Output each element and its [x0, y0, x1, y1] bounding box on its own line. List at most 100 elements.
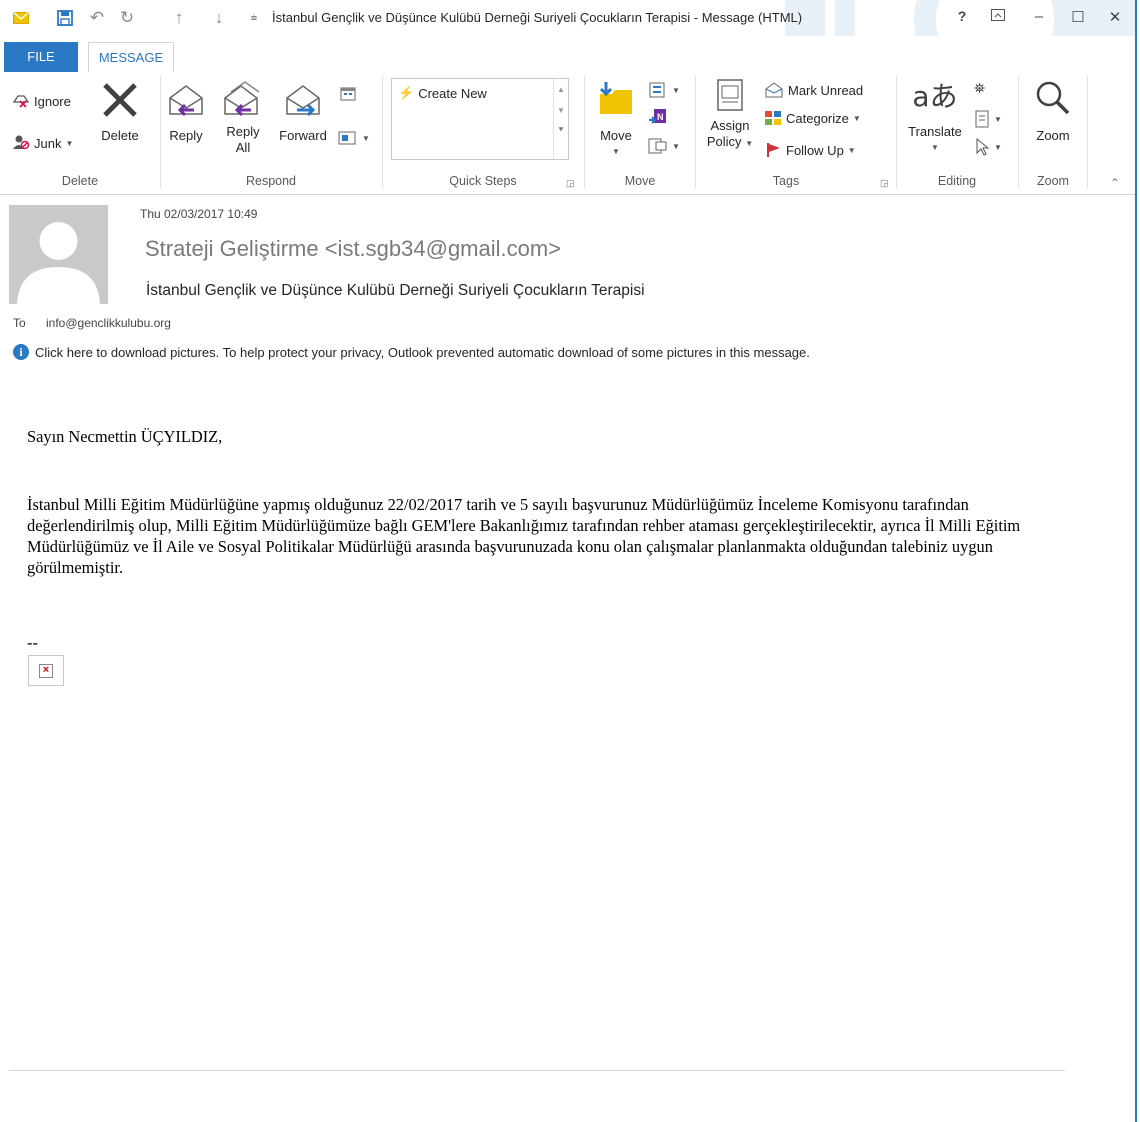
- reply-icon: [164, 80, 208, 124]
- previous-item-icon[interactable]: ↑: [168, 7, 190, 29]
- customize-toolbar-icon[interactable]: ⩧: [243, 7, 265, 29]
- scroll-up-icon[interactable]: ▲: [554, 85, 568, 94]
- undo-icon[interactable]: ↶: [86, 7, 108, 29]
- next-item-icon[interactable]: ↓: [208, 7, 230, 29]
- reply-label: Reply: [169, 128, 203, 143]
- redo-icon[interactable]: ↻: [116, 7, 138, 29]
- blocked-image-placeholder[interactable]: ×: [28, 655, 64, 686]
- close-icon[interactable]: ✕: [1103, 8, 1127, 26]
- expand-gallery-icon[interactable]: ⯆: [554, 125, 568, 136]
- svg-text:N: N: [657, 112, 664, 122]
- more-respond-dropdown-icon: ▼: [362, 133, 370, 143]
- quick-steps-launcher-icon[interactable]: ◲: [566, 178, 575, 189]
- categorize-dropdown-icon: ▼: [852, 113, 861, 123]
- group-label-zoom: Zoom: [1037, 174, 1069, 188]
- sender-avatar: [9, 205, 108, 304]
- mark-unread-button[interactable]: Mark Unread: [764, 82, 863, 98]
- save-icon[interactable]: [54, 7, 76, 29]
- policy-label: Policy: [706, 134, 742, 149]
- forward-label: Forward: [279, 128, 327, 143]
- delete-button[interactable]: Delete: [94, 80, 146, 144]
- actions-button[interactable]: ▼: [648, 138, 680, 154]
- move-dropdown-icon: ▼: [612, 147, 620, 156]
- message-footer-divider: [9, 1070, 1065, 1071]
- group-divider: [695, 76, 696, 188]
- translate-button[interactable]: aあ Translate ▼: [900, 78, 970, 156]
- onenote-icon: N: [649, 109, 666, 124]
- follow-up-dropdown-icon: ▼: [847, 145, 856, 155]
- forward-button[interactable]: Forward: [272, 80, 334, 144]
- more-respond-button[interactable]: ▼: [338, 130, 370, 146]
- select-button[interactable]: ▼: [974, 138, 1002, 156]
- zoom-button[interactable]: Zoom: [1024, 78, 1082, 144]
- move-label: Move: [600, 128, 632, 143]
- follow-up-button[interactable]: Follow Up ▼: [766, 142, 856, 158]
- group-divider: [584, 76, 585, 188]
- assign-policy-dropdown-icon: ▼: [745, 139, 754, 148]
- envelope-icon: [10, 7, 32, 29]
- onenote-button[interactable]: N: [648, 108, 668, 126]
- group-divider: [1018, 76, 1019, 188]
- lightning-icon: ⚡: [398, 85, 415, 100]
- junk-dropdown-icon: ▼: [65, 139, 74, 148]
- group-divider: [896, 76, 897, 188]
- help-button[interactable]: ?: [950, 8, 974, 24]
- recipient-address[interactable]: info@genclikkulubu.org: [46, 316, 171, 330]
- select-dropdown-icon: ▼: [994, 142, 1002, 152]
- ignore-button[interactable]: Ignore: [12, 92, 71, 111]
- meeting-reply-button[interactable]: [338, 86, 360, 106]
- reply-button[interactable]: Reply: [164, 80, 208, 144]
- follow-up-label: Follow Up: [786, 142, 844, 158]
- collapse-ribbon-icon[interactable]: ⌃: [1110, 176, 1120, 190]
- assign-policy-button[interactable]: Assign Policy ▼: [702, 78, 758, 152]
- download-pictures-infobar[interactable]: i Click here to download pictures. To he…: [13, 344, 810, 360]
- move-folder-icon: [594, 80, 638, 124]
- more-respond-icon: [338, 131, 356, 145]
- junk-icon: [12, 134, 30, 153]
- reply-all-icon: [216, 76, 270, 124]
- minimize-icon[interactable]: –: [1027, 8, 1051, 25]
- message-date: Thu 02/03/2017 10:49: [140, 207, 258, 221]
- categorize-label: Categorize: [786, 110, 849, 126]
- group-divider: [382, 76, 383, 188]
- forward-icon: [272, 80, 334, 124]
- policy-label-wrap: Policy ▼: [702, 134, 758, 152]
- junk-label: Junk: [34, 136, 62, 151]
- related-button[interactable]: ▼: [974, 110, 1002, 128]
- tab-message[interactable]: MESSAGE: [88, 42, 174, 72]
- scroll-down-icon[interactable]: ▼: [554, 106, 568, 115]
- reply-all-button[interactable]: Reply All: [216, 76, 270, 156]
- assign-policy-icon: [702, 78, 758, 118]
- reply-all-label-2: All: [235, 140, 251, 155]
- flag-icon: [767, 143, 780, 157]
- rules-button[interactable]: ▼: [648, 82, 680, 98]
- tags-launcher-icon[interactable]: ◲: [880, 178, 889, 189]
- sender-name[interactable]: Strateji Geliştirme <ist.sgb34@gmail.com…: [145, 236, 561, 262]
- find-button[interactable]: ⛯: [974, 80, 985, 97]
- signature-separator: --: [27, 633, 38, 652]
- window-title: İstanbul Gençlik ve Düşünce Kulübü Derne…: [272, 10, 803, 25]
- related-dropdown-icon: ▼: [994, 114, 1002, 124]
- maximize-icon[interactable]: ☐: [1066, 8, 1090, 26]
- create-new-quick-step[interactable]: ⚡ Create New: [398, 85, 487, 101]
- tab-file[interactable]: FILE: [4, 42, 78, 72]
- to-label: To: [13, 316, 26, 330]
- ribbon-display-options-icon[interactable]: [986, 8, 1010, 25]
- ribbon: Ignore Junk ▼ Delete Delete Reply Reply …: [0, 72, 1135, 195]
- junk-button[interactable]: Junk ▼: [12, 134, 73, 153]
- translate-icon: aあ: [912, 80, 958, 113]
- ignore-icon: [12, 92, 30, 111]
- mark-unread-icon: [765, 82, 783, 98]
- mark-unread-label: Mark Unread: [788, 82, 864, 98]
- title-bar: ↶ ↻ ↑ ↓ ⩧ İstanbul Gençlik ve Düşünce Ku…: [0, 0, 1135, 36]
- message-subject: İstanbul Gençlik ve Düşünce Kulübü Derne…: [146, 282, 645, 299]
- quick-steps-scrollbar[interactable]: ▲ ▼ ⯆: [553, 79, 568, 159]
- binoculars-icon: ⛯: [974, 80, 986, 96]
- categorize-button[interactable]: Categorize ▼: [764, 110, 861, 126]
- group-label-tags: Tags: [772, 174, 800, 188]
- quick-steps-gallery[interactable]: ⚡ Create New ▲ ▼ ⯆: [391, 78, 569, 160]
- group-divider: [160, 76, 161, 188]
- move-button[interactable]: Move ▼: [594, 80, 638, 160]
- message-greeting: Sayın Necmettin ÜÇYILDIZ,: [27, 427, 223, 446]
- create-new-label: Create New: [418, 85, 487, 101]
